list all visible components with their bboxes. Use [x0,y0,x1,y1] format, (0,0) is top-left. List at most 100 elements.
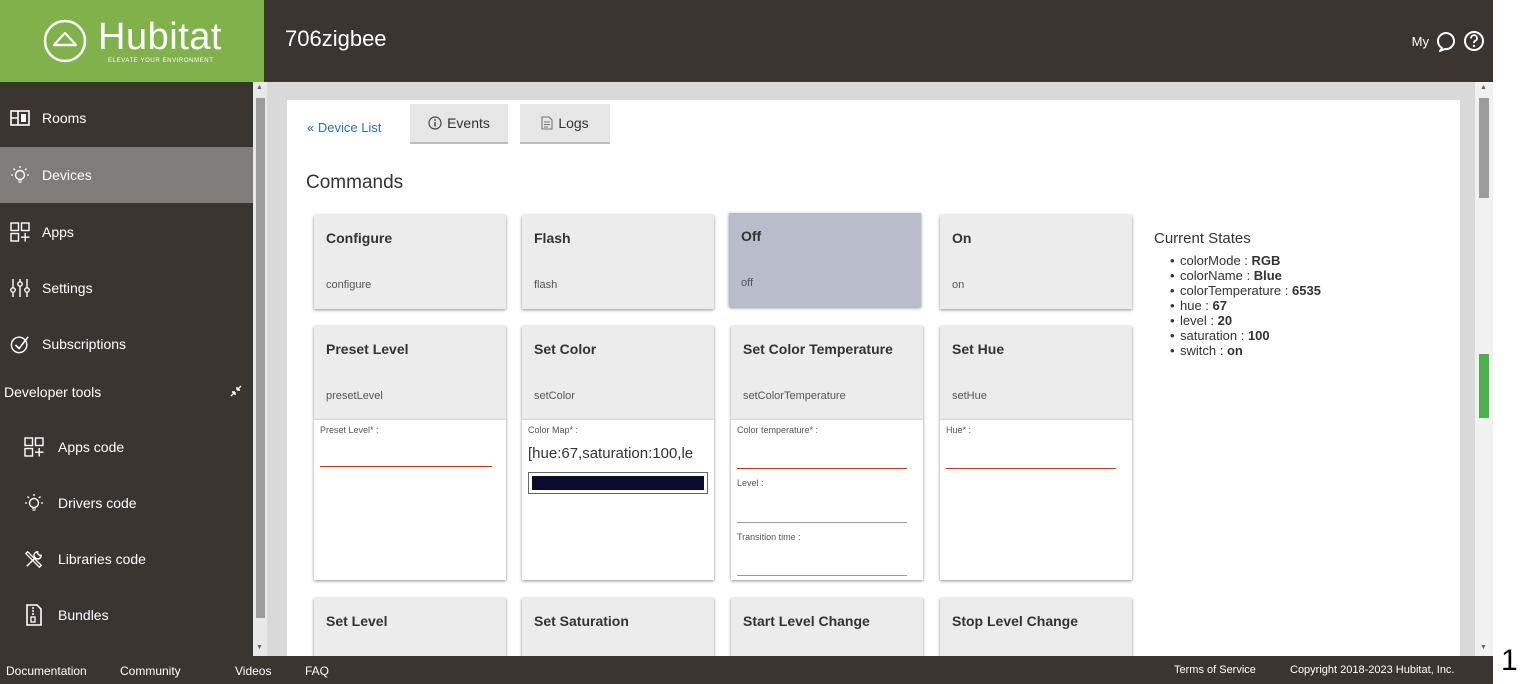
transition-time-input[interactable] [737,575,907,576]
collapse-arrows-icon[interactable] [229,384,243,401]
command-name: Preset Level [326,341,409,357]
state-key: colorMode : [1180,253,1248,268]
state-item: switch : on [1170,343,1321,358]
sidebar-item-label: Bundles [58,607,109,623]
scroll-up-icon[interactable]: ▲ [1480,84,1487,91]
info-icon [428,116,442,130]
hubitat-logo[interactable]: Hubitat ELEVATE YOUR ENVIRONMENT [0,0,264,82]
device-list-link[interactable]: « Device List [307,120,381,135]
color-map-input[interactable]: [hue:67,saturation:100,le [528,445,706,462]
command-name: On [952,230,972,246]
tools-icon [24,549,44,569]
chat-bubble-icon[interactable] [1436,30,1458,57]
apps-icon [24,437,44,457]
footer-link-community[interactable]: Community [120,664,181,678]
scroll-down-icon[interactable]: ▼ [1480,644,1487,651]
scroll-down-icon[interactable]: ▼ [256,644,263,651]
sidebar-scrollbar[interactable]: ▲ ▼ [253,82,267,656]
command-name: Set Saturation [534,613,629,629]
preset-level-input[interactable] [320,466,492,467]
hue-input[interactable] [946,468,1116,469]
command-name: Flash [534,230,571,246]
color-swatch-picker[interactable] [528,472,708,494]
footer-copyright: Copyright 2018-2023 Hubitat, Inc. [1290,664,1455,676]
events-tab-label: Events [447,115,490,131]
set-hue-params: Hue* : [940,420,1132,580]
sidebar-item-rooms[interactable]: Rooms [0,90,253,146]
help-circle-icon[interactable] [1463,30,1485,57]
brand-tagline: ELEVATE YOUR ENVIRONMENT [108,58,214,64]
commands-heading: Commands [306,172,404,193]
state-key: colorTemperature : [1180,283,1289,298]
command-name: Set Level [326,613,388,629]
set-color-command-button[interactable]: Set Color setColor [522,326,714,420]
brand-name: Hubitat [98,16,222,58]
logs-tab-label: Logs [558,115,589,131]
preset-level-params: Preset Level* : [314,420,506,580]
state-value: 6535 [1292,283,1321,298]
command-method: flash [534,279,558,291]
sidebar-item-devices[interactable]: Devices [0,147,253,203]
main-scroll-thumb[interactable] [1479,98,1489,198]
command-method: setColorTemperature [743,390,846,402]
developer-tools-label: Developer tools [4,384,102,400]
sidebar-item-label: Drivers code [58,495,137,511]
events-tab[interactable]: Events [410,104,508,144]
main-scrollbar[interactable]: ▲ ▼ [1475,82,1493,656]
preset-level-label: Preset Level* : [320,425,379,435]
command-method: setColor [534,390,575,402]
sidebar-item-subscriptions[interactable]: Subscriptions [0,316,253,372]
flash-command-button[interactable]: Flash flash [522,215,714,309]
off-command-button[interactable]: Off off [729,213,921,307]
state-value: RGB [1251,253,1281,268]
sidebar-item-apps[interactable]: Apps [0,204,253,260]
sliders-icon [10,278,30,298]
my-menu[interactable]: My [1412,34,1429,49]
command-method: off [741,277,754,289]
set-hue-command-button[interactable]: Set Hue setHue [940,326,1132,420]
top-bar: 706zigbee My [264,0,1493,82]
current-states-heading: Current States [1154,230,1251,247]
color-temperature-input[interactable] [737,468,907,469]
developer-tools-header[interactable]: Developer tools [0,372,253,412]
bulb-icon [24,493,44,513]
transition-time-label: Transition time : [737,532,801,542]
command-method: on [952,279,965,291]
on-command-button[interactable]: On on [940,215,1132,309]
scroll-up-icon[interactable]: ▲ [256,84,263,91]
state-item: saturation : 100 [1170,328,1321,343]
sidebar-item-bundles[interactable]: Bundles [0,587,253,643]
state-value: on [1226,343,1243,358]
preset-level-command-button[interactable]: Preset Level presetLevel [314,326,506,420]
bulb-icon [10,165,30,185]
sidebar-item-drivers-code[interactable]: Drivers code [0,475,253,531]
sidebar-item-settings[interactable]: Settings [0,260,253,316]
footer-link-faq[interactable]: FAQ [305,664,329,678]
level-label: Level : [737,478,764,488]
color-swatch-fill [532,476,704,490]
footer-link-documentation[interactable]: Documentation [6,664,87,678]
state-key: switch : [1180,343,1224,358]
state-value: 100 [1247,328,1270,343]
command-method: configure [326,279,372,291]
state-item: hue : 67 [1170,298,1321,313]
footer-link-terms[interactable]: Terms of Service [1174,664,1256,676]
command-method: presetLevel [326,390,383,402]
configure-command-button[interactable]: Configure configure [314,215,506,309]
sidebar-scroll-thumb[interactable] [256,98,265,618]
sidebar: Rooms Devices Apps Settings Subscription… [0,82,253,656]
set-color-params: Color Map* : [hue:67,saturation:100,le [522,420,714,580]
logs-tab[interactable]: Logs [520,104,610,144]
state-item: colorName : Blue [1170,268,1321,283]
sidebar-item-apps-code[interactable]: Apps code [0,419,253,475]
sidebar-item-label: Settings [42,280,93,296]
command-method: setHue [952,390,987,402]
sidebar-item-libraries-code[interactable]: Libraries code [0,531,253,587]
footer-link-videos[interactable]: Videos [235,664,271,678]
command-name: Stop Level Change [952,613,1079,629]
app-root: Hubitat ELEVATE YOUR ENVIRONMENT 706zigb… [0,0,1521,684]
set-color-temperature-command-button[interactable]: Set Color Temperature setColorTemperatur… [731,326,923,420]
state-value: Blue [1253,268,1282,283]
state-key: level : [1180,313,1214,328]
level-input[interactable] [737,522,907,523]
